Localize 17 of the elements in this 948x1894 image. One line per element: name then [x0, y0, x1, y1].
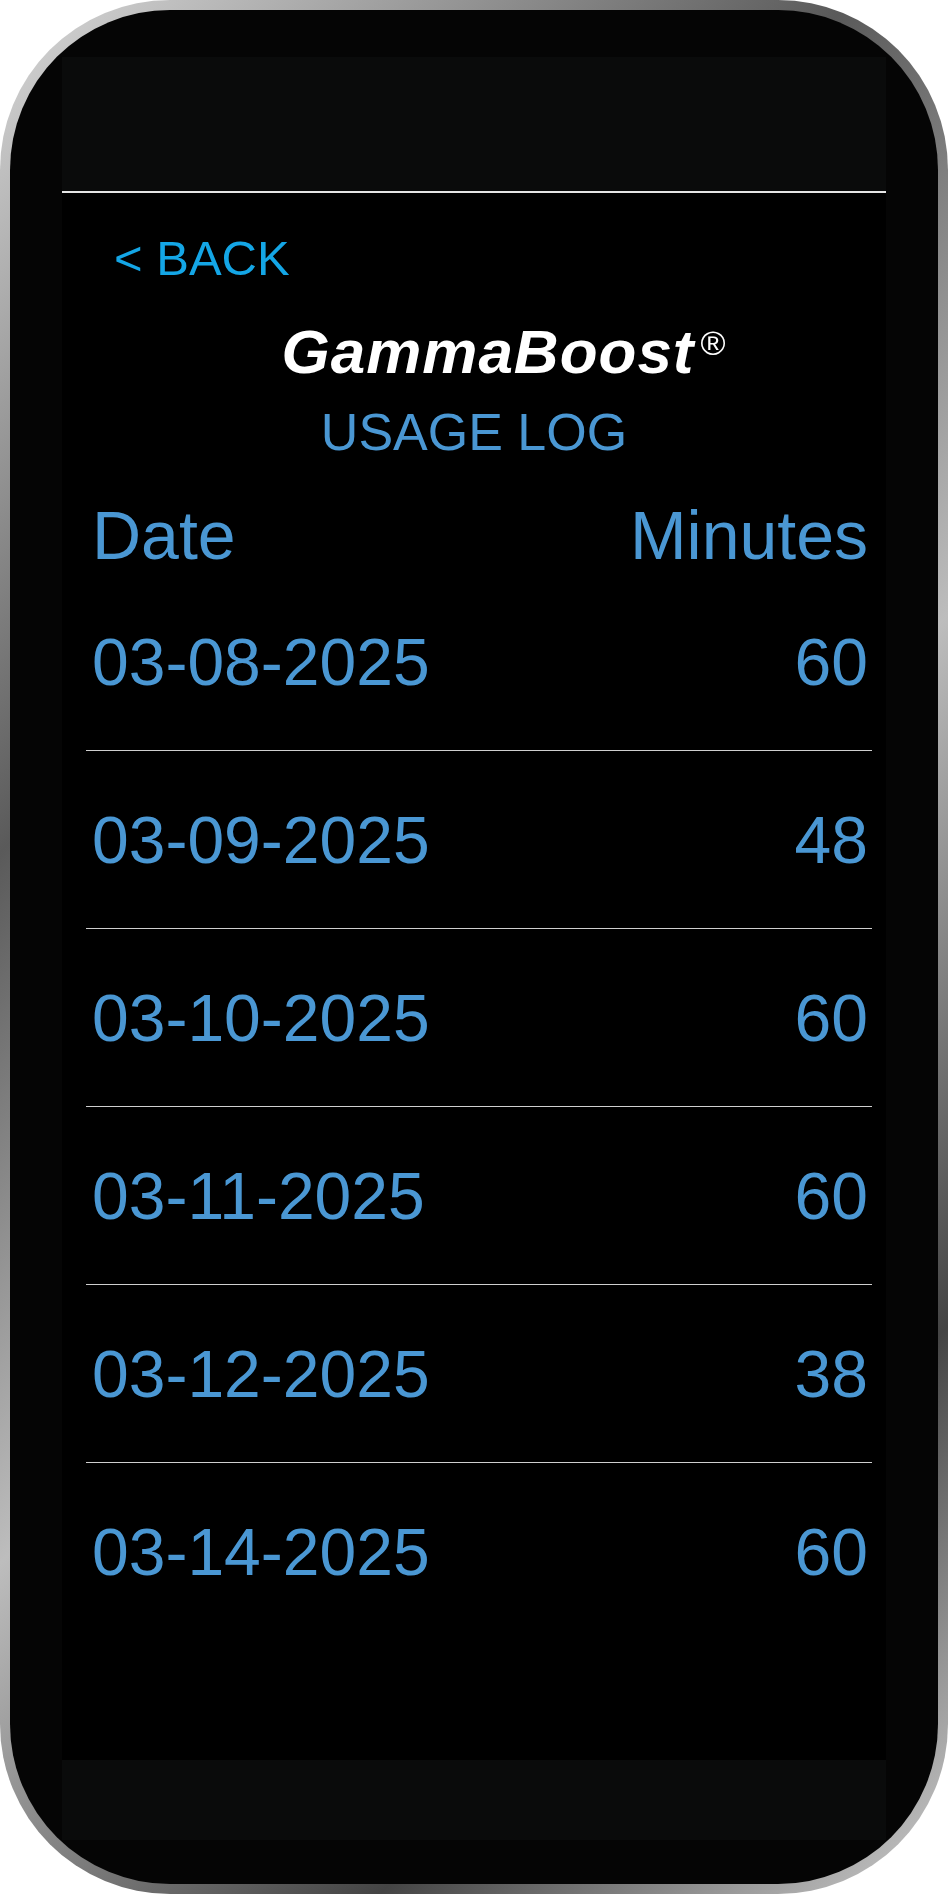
page-title: USAGE LOG: [320, 406, 628, 458]
minutes-cell: 60: [794, 979, 868, 1056]
minutes-cell: 60: [794, 1513, 868, 1590]
date-cell: 03-14-2025: [92, 1513, 430, 1590]
brand-logo: GammaBoost$^{®}$: [281, 316, 727, 382]
minutes-cell: 60: [794, 623, 868, 700]
date-cell: 03-10-2025: [92, 979, 430, 1056]
back-link[interactable]: < BACK: [114, 233, 290, 283]
minutes-cell: 38: [794, 1335, 868, 1412]
date-cell: 03-08-2025: [92, 623, 430, 700]
date-cell: 03-11-2025: [92, 1157, 425, 1234]
column-header: Date: [92, 496, 236, 574]
column-header: Minutes: [629, 496, 868, 574]
date-cell: 03-12-2025: [92, 1335, 430, 1412]
minutes-cell: 48: [794, 801, 868, 878]
minutes-cell: 60: [794, 1157, 868, 1234]
date-cell: 03-09-2025: [92, 801, 430, 878]
